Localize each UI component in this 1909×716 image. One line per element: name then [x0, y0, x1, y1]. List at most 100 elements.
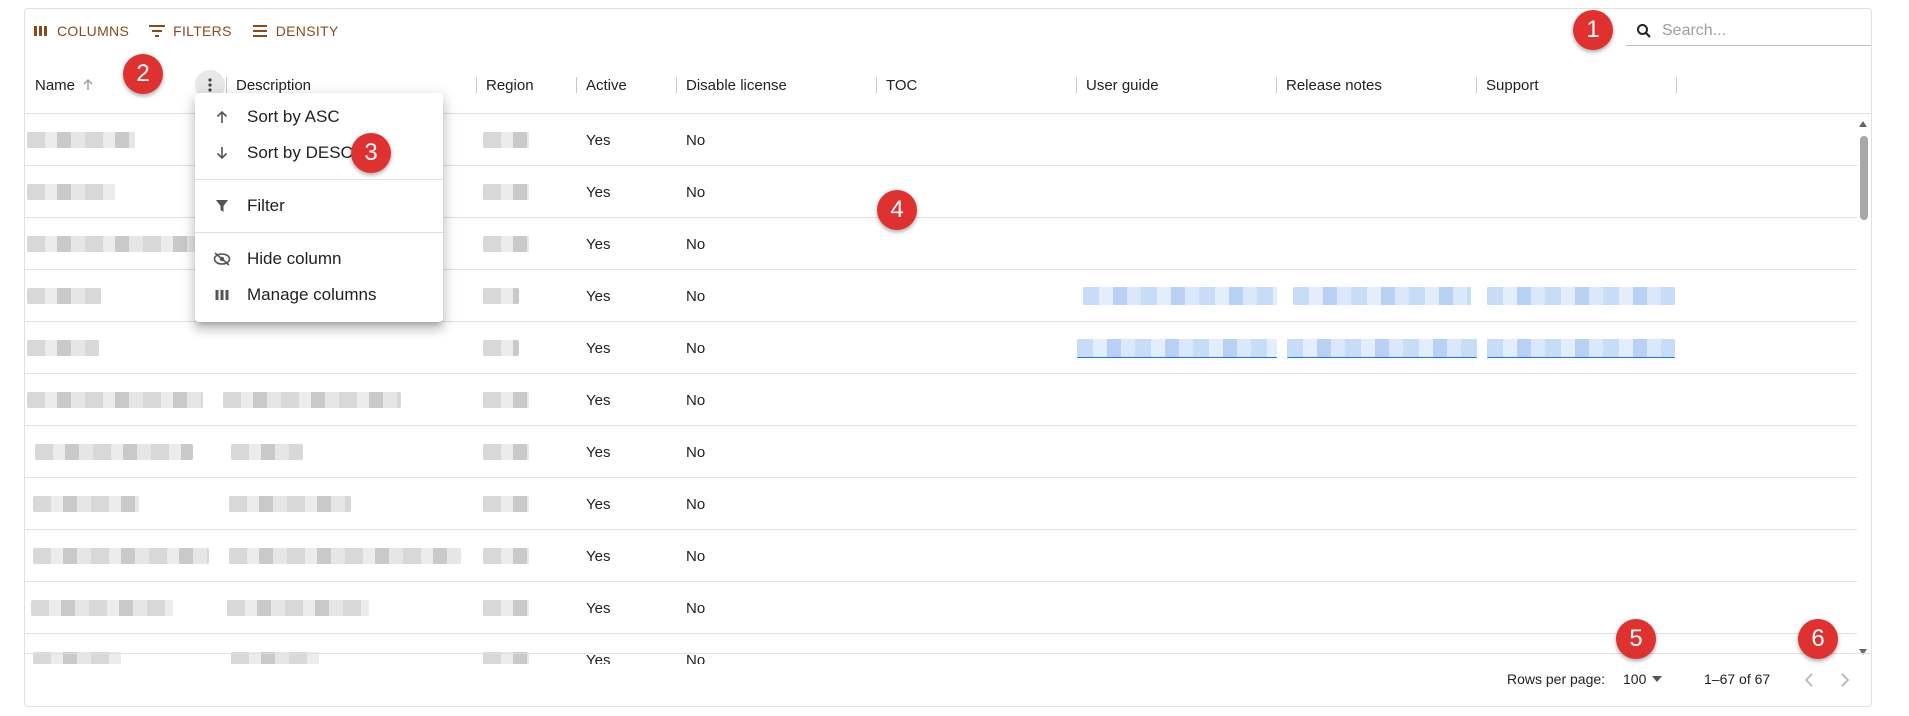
region-cell [483, 218, 529, 270]
region-cell [483, 374, 529, 426]
vertical-scrollbar[interactable] [1855, 114, 1871, 664]
previous-page-button[interactable] [1803, 672, 1815, 688]
column-header-active[interactable]: Active [586, 57, 627, 113]
redacted-link [1083, 287, 1277, 305]
support-link[interactable] [1487, 322, 1675, 374]
column-header-label: Active [586, 76, 627, 94]
search-input[interactable] [1660, 20, 1864, 41]
hide-column-label: Hide column [247, 249, 342, 268]
search-box [1626, 16, 1871, 46]
active-cell: Yes [586, 495, 611, 513]
redacted-text [483, 444, 529, 460]
columns-icon [213, 286, 231, 304]
scroll-up-arrow-icon[interactable] [1858, 120, 1868, 128]
table-row[interactable]: Yes No [25, 426, 1857, 478]
column-header-label: TOC [886, 76, 918, 94]
table-row[interactable]: Yes No [25, 582, 1857, 634]
grid-toolbar: COLUMNS FILTERS DENSITY [33, 23, 339, 39]
filters-label: FILTERS [173, 23, 232, 39]
table-row[interactable]: Yes No [25, 530, 1857, 582]
arrow-up-icon [83, 78, 93, 90]
redacted-text [483, 548, 529, 564]
annotation-badge-2: 2 [123, 54, 163, 94]
table-row[interactable]: Yes No [25, 322, 1857, 374]
density-label: DENSITY [275, 23, 339, 39]
description-cell [223, 374, 401, 426]
redacted-text [35, 444, 193, 460]
column-separator[interactable] [876, 77, 877, 93]
user-guide-link[interactable] [1077, 322, 1277, 374]
sort-desc-menu-item[interactable]: Sort by DESC [195, 135, 443, 171]
active-cell: Yes [586, 339, 611, 357]
region-cell [483, 270, 519, 322]
active-cell: Yes [586, 287, 611, 305]
grid-footer: Rows per page: 100 1–67 of 67 [25, 653, 1871, 706]
filters-button[interactable]: FILTERS [149, 23, 232, 39]
dropdown-arrow-icon [1652, 676, 1663, 682]
redacted-text [483, 132, 529, 148]
column-header-toc[interactable]: TOC [886, 57, 917, 113]
filter-icon [213, 197, 231, 215]
redacted-text [483, 288, 519, 304]
column-separator[interactable] [226, 77, 227, 93]
name-cell [31, 582, 173, 634]
annotation-badge-3: 3 [351, 133, 391, 173]
description-cell [229, 530, 461, 582]
column-header-release-notes[interactable]: Release notes [1286, 57, 1382, 113]
sort-asc-menu-item[interactable]: Sort by ASC [195, 99, 443, 135]
region-cell [483, 530, 529, 582]
redacted-text [483, 184, 529, 200]
density-icon [252, 25, 267, 37]
rows-per-page-value: 100 [1623, 671, 1647, 687]
density-button[interactable]: DENSITY [252, 23, 339, 39]
column-separator[interactable] [576, 77, 577, 93]
column-header-disable-license[interactable]: Disable license [686, 57, 787, 113]
user-guide-link[interactable] [1083, 270, 1277, 322]
redacted-text [229, 496, 351, 512]
column-separator[interactable] [1276, 77, 1277, 93]
column-header-name[interactable]: Name [35, 57, 95, 113]
visibility-off-icon [213, 250, 231, 268]
columns-button[interactable]: COLUMNS [33, 23, 129, 39]
column-separator[interactable] [476, 77, 477, 93]
scrollbar-thumb[interactable] [1860, 136, 1868, 220]
hide-column-menu-item[interactable]: Hide column [195, 241, 443, 277]
region-cell [483, 322, 519, 374]
active-cell: Yes [586, 183, 611, 201]
redacted-text [483, 236, 529, 252]
release-notes-link[interactable] [1293, 270, 1471, 322]
column-header-support[interactable]: Support [1486, 57, 1539, 113]
column-header-label: User guide [1086, 76, 1159, 94]
redacted-text [483, 340, 519, 356]
manage-columns-menu-item[interactable]: Manage columns [195, 277, 443, 313]
redacted-text [483, 600, 529, 616]
rows-per-page-select[interactable]: 100 [1623, 665, 1663, 693]
name-cell [27, 166, 115, 218]
column-separator[interactable] [1476, 77, 1477, 93]
table-row[interactable]: Yes No [25, 478, 1857, 530]
name-cell [35, 426, 193, 478]
table-row[interactable]: Yes No [25, 374, 1857, 426]
release-notes-link[interactable] [1287, 322, 1477, 374]
support-link[interactable] [1487, 270, 1675, 322]
disable-license-cell: No [686, 339, 706, 357]
region-cell [483, 582, 529, 634]
column-separator[interactable] [1076, 77, 1077, 93]
redacted-text [27, 236, 207, 252]
disable-license-cell: No [686, 391, 706, 409]
active-cell: Yes [586, 443, 611, 461]
column-header-label: Region [486, 76, 534, 94]
next-page-button[interactable] [1839, 672, 1851, 688]
redacted-link [1077, 338, 1277, 358]
rows-per-page-label: Rows per page: [1507, 671, 1606, 687]
column-separator[interactable] [676, 77, 677, 93]
column-header-region[interactable]: Region [486, 57, 534, 113]
redacted-text [27, 184, 115, 200]
column-separator[interactable] [1676, 77, 1677, 93]
name-cell [27, 218, 207, 270]
column-header-label: Release notes [1286, 76, 1382, 94]
disable-license-cell: No [686, 599, 706, 617]
filter-menu-item[interactable]: Filter [195, 188, 443, 224]
disable-license-cell: No [686, 495, 706, 513]
column-header-user-guide[interactable]: User guide [1086, 57, 1159, 113]
